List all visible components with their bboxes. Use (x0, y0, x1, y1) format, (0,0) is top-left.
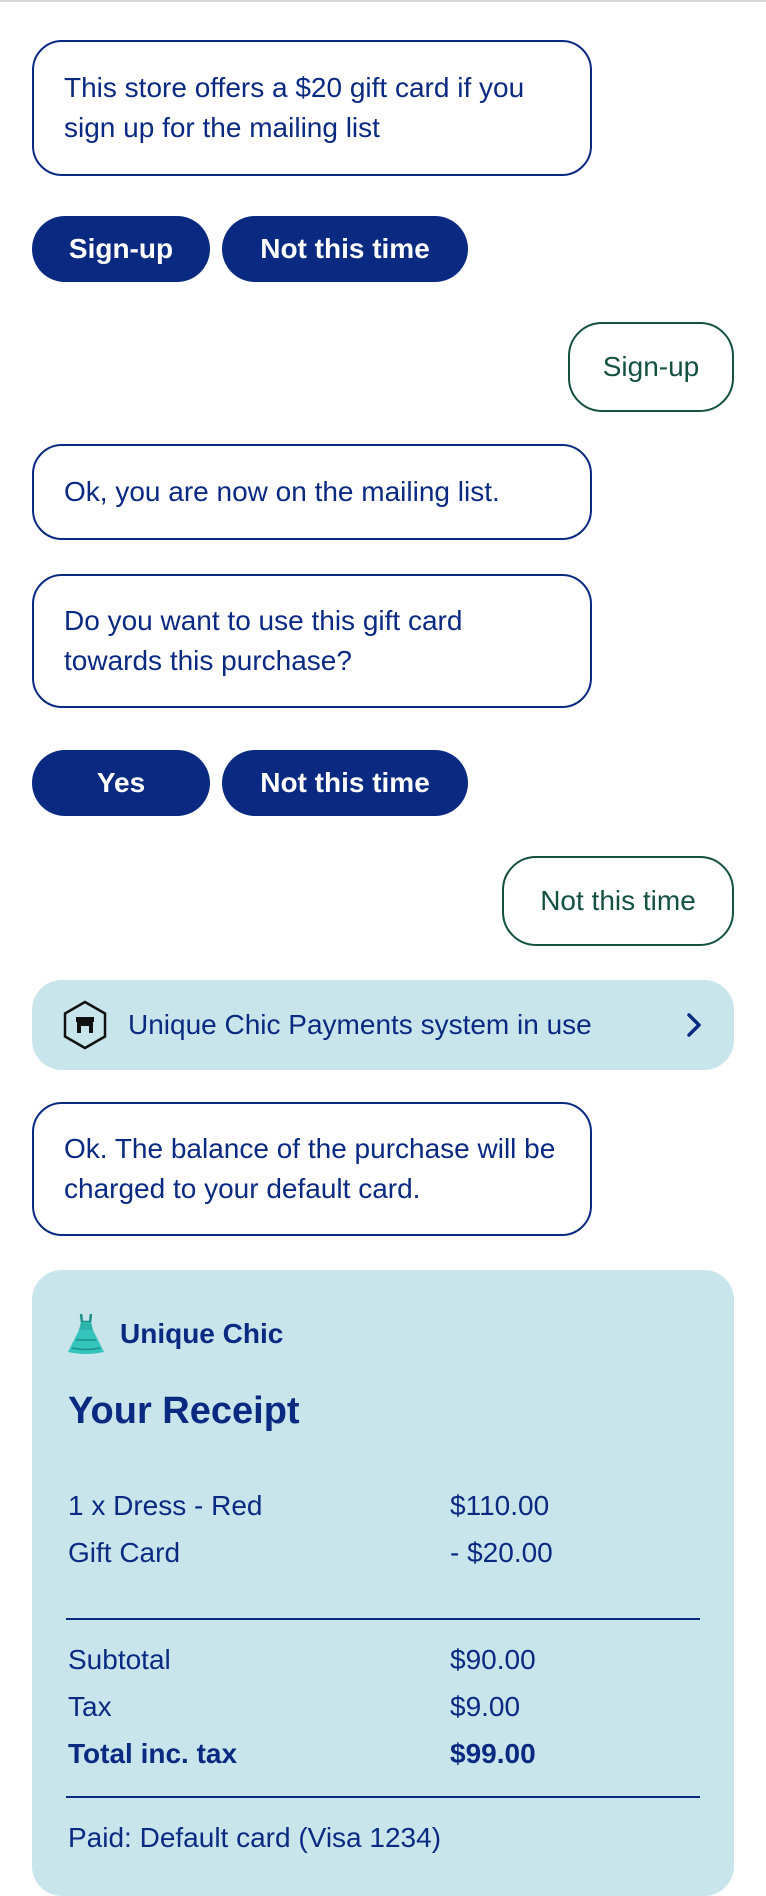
receipt-paid: Paid: Default card (Visa 1234) (68, 1822, 708, 1862)
top-divider (0, 0, 766, 2)
bot-message: This store offers a $20 gift card if you… (32, 40, 592, 176)
total-label: Total inc. tax (68, 1738, 238, 1769)
receipt-subtotal: Subtotal $90.00 (68, 1644, 708, 1684)
line-item-label: 1 x Dress - Red (68, 1490, 263, 1521)
user-message: Not this time (502, 856, 734, 946)
bot-message: Ok. The balance of the purchase will be … (32, 1102, 592, 1236)
bot-message-text: Ok. The balance of the purchase will be … (64, 1133, 556, 1204)
bot-message-text: Ok, you are now on the mailing list. (64, 476, 500, 507)
receipt-total: Total inc. tax $99.00 (68, 1738, 708, 1778)
bot-message-text: Do you want to use this gift card toward… (64, 605, 463, 676)
yes-button[interactable]: Yes (32, 750, 210, 816)
line-item-label: Gift Card (68, 1537, 181, 1568)
chevron-right-icon (684, 1011, 704, 1039)
user-message-text: Sign-up (602, 351, 700, 382)
receipt-store-name: Unique Chic (120, 1318, 284, 1349)
user-message: Sign-up (568, 322, 734, 412)
receipt-title: Your Receipt (68, 1390, 300, 1432)
bot-message: Do you want to use this gift card toward… (32, 574, 592, 708)
bot-message: Ok, you are now on the mailing list. (32, 444, 592, 540)
subtotal-label: Subtotal (68, 1644, 171, 1675)
not-this-time-button[interactable]: Not this time (222, 216, 468, 282)
subtotal-value: $90.00 (450, 1644, 536, 1675)
line-item-value: - $20.00 (450, 1537, 553, 1568)
total-value: $99.00 (450, 1738, 536, 1769)
store-icon (62, 1000, 108, 1050)
signup-button[interactable]: Sign-up (32, 216, 210, 282)
receipt-card: Unique Chic Your Receipt 1 x Dress - Red… (32, 1270, 734, 1896)
bot-message-text: This store offers a $20 gift card if you… (64, 72, 525, 143)
receipt-store: Unique Chic (66, 1312, 283, 1356)
payments-system-banner[interactable]: Unique Chic Payments system in use (32, 980, 734, 1070)
payments-system-text: Unique Chic Payments system in use (128, 1009, 592, 1040)
line-item-value: $110.00 (450, 1490, 550, 1521)
receipt-divider (66, 1796, 700, 1798)
receipt-divider (66, 1618, 700, 1620)
not-this-time-button[interactable]: Not this time (222, 750, 468, 816)
tax-value: $9.00 (450, 1691, 521, 1722)
receipt-line-item: 1 x Dress - Red $110.00 (68, 1490, 708, 1530)
tax-label: Tax (68, 1691, 112, 1722)
user-message-text: Not this time (540, 885, 696, 916)
receipt-tax: Tax $9.00 (68, 1691, 708, 1731)
dress-icon (66, 1312, 106, 1356)
receipt-line-item: Gift Card - $20.00 (68, 1537, 708, 1577)
paid-text: Paid: Default card (Visa 1234) (68, 1822, 442, 1853)
